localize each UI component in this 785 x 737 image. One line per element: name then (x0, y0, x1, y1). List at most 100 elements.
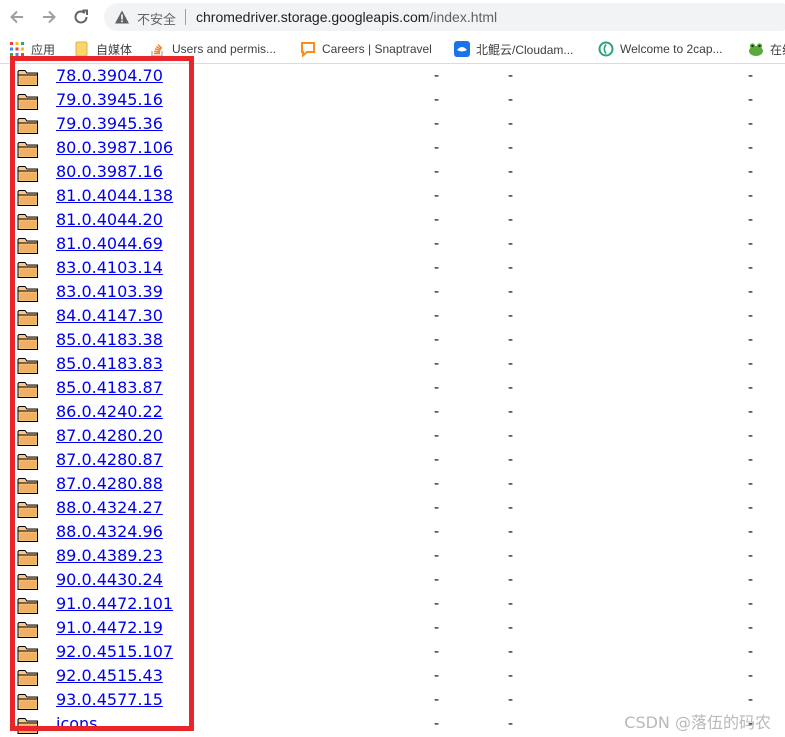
version-link[interactable]: 90.0.4430.24 (56, 570, 163, 589)
version-link[interactable]: 85.0.4183.83 (56, 354, 163, 373)
reload-button[interactable] (69, 5, 93, 29)
version-link[interactable]: 87.0.4280.88 (56, 474, 163, 493)
folder-icon (17, 595, 39, 615)
version-link[interactable]: 91.0.4472.19 (56, 618, 163, 637)
version-link[interactable]: 80.0.3987.106 (56, 138, 173, 157)
bookmark-apps[interactable]: 应用 (9, 40, 55, 58)
forward-button[interactable] (37, 5, 61, 29)
dash-cell: - (434, 354, 440, 372)
version-link[interactable]: 85.0.4183.87 (56, 378, 163, 397)
version-link[interactable]: 81.0.4044.138 (56, 186, 173, 205)
dash-cell: - (748, 594, 754, 612)
listing-row: 81.0.4044.138 - - - (0, 184, 785, 208)
listing-row: 86.0.4240.22 - - - (0, 400, 785, 424)
listing-row: 83.0.4103.39 - - - (0, 280, 785, 304)
omnibox-divider (185, 9, 186, 25)
version-link[interactable]: 81.0.4044.69 (56, 234, 163, 253)
dash-cell: - (748, 690, 754, 708)
dash-cell: - (508, 138, 514, 156)
dash-cell: - (508, 162, 514, 180)
bookmark-label: 自媒体 (96, 42, 133, 57)
dash-cell: - (748, 642, 754, 660)
dash-cell: - (508, 666, 514, 684)
url-text[interactable]: chromedriver.storage.googleapis.com/inde… (196, 9, 497, 25)
listing-row: 80.0.3987.106 - - - (0, 136, 785, 160)
version-link[interactable]: 83.0.4103.39 (56, 282, 163, 301)
dash-cell: - (748, 354, 754, 372)
dash-cell: - (434, 618, 440, 636)
bookmark-2captcha[interactable]: Welcome to 2cap... (598, 40, 723, 58)
listing-row: 87.0.4280.20 - - - (0, 424, 785, 448)
2captcha-icon (598, 41, 614, 57)
dash-cell: - (434, 162, 440, 180)
version-link[interactable]: 87.0.4280.20 (56, 426, 163, 445)
dash-cell: - (508, 378, 514, 396)
dash-cell: - (508, 474, 514, 492)
dash-cell: - (508, 354, 514, 372)
listing-row: 80.0.3987.16 - - - (0, 160, 785, 184)
folder-icon (17, 475, 39, 495)
dash-cell: - (434, 426, 440, 444)
version-link[interactable]: 88.0.4324.27 (56, 498, 163, 517)
dash-cell: - (508, 522, 514, 540)
url-path: /index.html (429, 9, 498, 25)
version-link[interactable]: 92.0.4515.43 (56, 666, 163, 685)
dash-cell: - (748, 378, 754, 396)
folder-icon (17, 715, 39, 735)
dash-cell: - (434, 522, 440, 540)
bookmark-cloudam[interactable]: 北鲲云/Cloudam... (454, 40, 573, 58)
dash-cell: - (748, 210, 754, 228)
dash-cell: - (508, 450, 514, 468)
version-link[interactable]: 88.0.4324.96 (56, 522, 163, 541)
listing-row: 81.0.4044.69 - - - (0, 232, 785, 256)
bookmark-label: 北鲲云/Cloudam... (476, 42, 574, 57)
address-bar[interactable]: 不安全 chromedriver.storage.googleapis.com/… (104, 3, 785, 31)
dash-cell: - (508, 114, 514, 132)
version-link[interactable]: 91.0.4472.101 (56, 594, 173, 613)
bookmark-users-permissions[interactable]: Users and permis... (150, 40, 276, 58)
version-link[interactable]: 92.0.4515.107 (56, 642, 173, 661)
dash-cell: - (508, 402, 514, 420)
dash-cell: - (508, 90, 514, 108)
dash-cell: - (748, 234, 754, 252)
bookmark-media-folder[interactable]: 自媒体 (74, 40, 132, 58)
version-link[interactable]: 89.0.4389.23 (56, 546, 163, 565)
listing-row: 83.0.4103.14 - - - (0, 256, 785, 280)
version-link[interactable]: 81.0.4044.20 (56, 210, 163, 229)
bookmark-online[interactable]: 在线 (748, 40, 785, 58)
version-link[interactable]: 87.0.4280.87 (56, 450, 163, 469)
dash-cell: - (748, 138, 754, 156)
dash-cell: - (748, 258, 754, 276)
dash-cell: - (748, 618, 754, 636)
dash-cell: - (434, 258, 440, 276)
bookmark-careers-snaptravel[interactable]: Careers | Snaptravel (300, 40, 432, 58)
back-button[interactable] (5, 5, 29, 29)
folder-icon (17, 307, 39, 327)
version-link[interactable]: 93.0.4577.15 (56, 690, 163, 709)
version-link[interactable]: 80.0.3987.16 (56, 162, 163, 181)
version-link[interactable]: 84.0.4147.30 (56, 306, 163, 325)
apps-grid-icon (9, 41, 25, 57)
version-link[interactable]: 85.0.4183.38 (56, 330, 163, 349)
security-label[interactable]: 不安全 (137, 9, 176, 28)
version-link[interactable]: 79.0.3945.16 (56, 90, 163, 109)
dash-cell: - (508, 618, 514, 636)
version-link[interactable]: icons (56, 714, 98, 733)
dash-cell: - (434, 330, 440, 348)
warning-icon (115, 10, 129, 24)
dash-cell: - (434, 666, 440, 684)
version-link[interactable]: 78.0.3904.70 (56, 66, 163, 85)
dash-cell: - (508, 426, 514, 444)
dash-cell: - (748, 330, 754, 348)
dash-cell: - (434, 210, 440, 228)
folder-icon (17, 283, 39, 303)
folder-icon (17, 91, 39, 111)
bookmark-label: Careers | Snaptravel (322, 42, 432, 56)
listing-row: 79.0.3945.16 - - - (0, 88, 785, 112)
dash-cell: - (434, 90, 440, 108)
version-link[interactable]: 83.0.4103.14 (56, 258, 163, 277)
version-link[interactable]: 79.0.3945.36 (56, 114, 163, 133)
dash-cell: - (434, 570, 440, 588)
folder-icon (17, 643, 39, 663)
version-link[interactable]: 86.0.4240.22 (56, 402, 163, 421)
